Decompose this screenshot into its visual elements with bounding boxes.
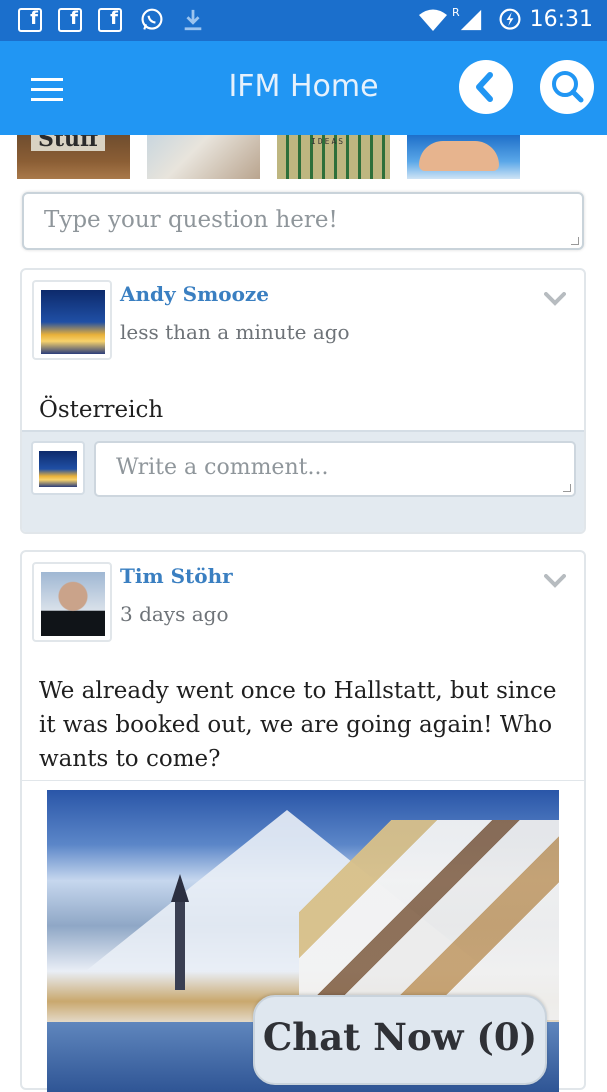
page-title: IFM Home xyxy=(228,69,379,104)
thumbnail-label: IDEAS xyxy=(311,137,346,146)
thumbnail-label: Stuff xyxy=(31,135,105,151)
chat-now-button[interactable]: Chat Now (0) xyxy=(253,995,547,1085)
post-card: Andy Smooze less than a minute ago Öster… xyxy=(20,268,586,534)
question-placeholder: Type your question here! xyxy=(44,207,338,233)
avatar[interactable] xyxy=(32,562,112,642)
resize-handle[interactable] xyxy=(571,237,579,245)
hand-image xyxy=(419,141,499,171)
back-button[interactable] xyxy=(459,60,513,114)
category-thumbnail[interactable] xyxy=(147,135,260,179)
avatar xyxy=(31,441,85,495)
category-thumbnail[interactable]: IDEAS xyxy=(277,135,390,179)
signal-icon xyxy=(460,9,482,31)
avatar-image xyxy=(41,572,105,636)
wifi-icon xyxy=(419,9,447,31)
resize-handle[interactable] xyxy=(563,484,571,492)
facebook-icon: f xyxy=(18,8,42,32)
chevron-down-icon[interactable] xyxy=(544,292,566,306)
chevron-down-icon[interactable] xyxy=(544,574,566,588)
post-author[interactable]: Tim Stöhr xyxy=(120,564,233,588)
post-text: We already went once to Hallstatt, but s… xyxy=(39,678,557,772)
church-steeple xyxy=(171,874,189,990)
facebook-icon: f xyxy=(58,8,82,32)
search-icon xyxy=(552,71,584,103)
facebook-icon: f xyxy=(98,8,122,32)
avatar-image xyxy=(41,290,105,354)
post-timestamp: 3 days ago xyxy=(120,602,229,626)
village-houses xyxy=(299,820,559,1020)
post-text: Österreich xyxy=(39,397,164,423)
chat-now-label: Chat Now (0) xyxy=(262,1015,538,1059)
chevron-left-icon xyxy=(476,72,493,102)
comment-input[interactable]: Write a comment... xyxy=(94,441,576,497)
comment-section: Write a comment... xyxy=(22,430,584,532)
post-timestamp: less than a minute ago xyxy=(120,320,350,344)
download-icon xyxy=(184,9,202,31)
avatar-image xyxy=(39,451,77,487)
post-author[interactable]: Andy Smooze xyxy=(120,282,269,306)
category-thumbnails: Stuff IDEAS xyxy=(0,135,607,179)
battery-charging-icon xyxy=(499,8,521,30)
question-input[interactable]: Type your question here! xyxy=(22,192,584,250)
category-thumbnail[interactable]: Stuff xyxy=(17,135,130,179)
comment-placeholder: Write a comment... xyxy=(116,455,329,480)
clock: 16:31 xyxy=(529,7,593,32)
whatsapp-icon xyxy=(141,8,163,30)
avatar[interactable] xyxy=(32,280,112,360)
app-header: IFM Home xyxy=(0,41,607,135)
divider xyxy=(22,780,584,781)
category-thumbnail[interactable] xyxy=(407,135,520,179)
search-button[interactable] xyxy=(540,60,594,114)
status-bar: f f f R 16:31 xyxy=(0,0,607,41)
